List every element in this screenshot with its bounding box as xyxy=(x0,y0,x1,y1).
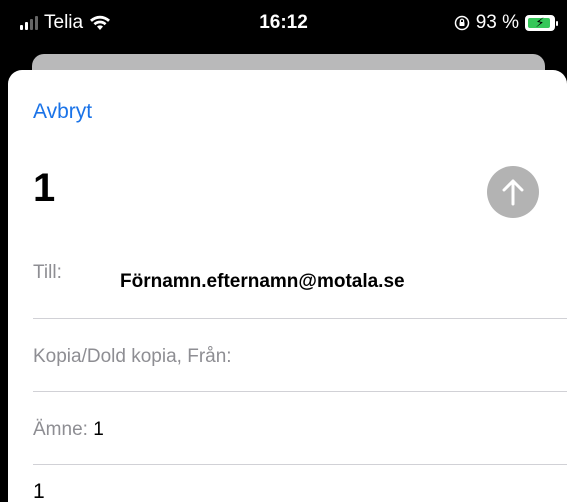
subject-field[interactable]: Ämne: 1 xyxy=(33,419,567,441)
message-body[interactable]: 1 xyxy=(33,480,45,502)
compose-title: 1 xyxy=(33,166,56,210)
divider xyxy=(33,464,567,465)
arrow-up-icon xyxy=(502,179,524,206)
send-button[interactable] xyxy=(487,166,539,218)
subject-label: Ämne: xyxy=(33,419,88,440)
cc-bcc-from-label: Kopia/Dold kopia, Från: xyxy=(33,346,232,367)
screen: Telia 16:12 93 % ⚡ Avbryt 1 Till: Förnam… xyxy=(0,0,567,502)
cancel-button[interactable]: Avbryt xyxy=(33,100,92,124)
divider xyxy=(33,318,567,319)
divider xyxy=(33,391,567,392)
status-right: 93 % ⚡ xyxy=(454,12,558,34)
cc-bcc-from-field[interactable]: Kopia/Dold kopia, Från: xyxy=(33,346,567,368)
subject-value[interactable]: 1 xyxy=(93,419,104,440)
orientation-lock-icon xyxy=(454,15,469,31)
battery-charging-icon: ⚡ xyxy=(525,15,558,31)
battery-percent: 93 % xyxy=(475,12,519,33)
to-recipient[interactable]: Förnamn.efternamn@motala.se xyxy=(120,271,405,293)
to-label: Till: xyxy=(33,262,62,283)
compose-sheet: Avbryt 1 Till: Förnamn.efternamn@motala.… xyxy=(8,70,567,502)
charging-bolt-icon: ⚡ xyxy=(535,15,545,30)
status-bar: Telia 16:12 93 % ⚡ xyxy=(0,0,567,48)
to-field[interactable]: Till: Förnamn.efternamn@motala.se xyxy=(33,262,567,292)
